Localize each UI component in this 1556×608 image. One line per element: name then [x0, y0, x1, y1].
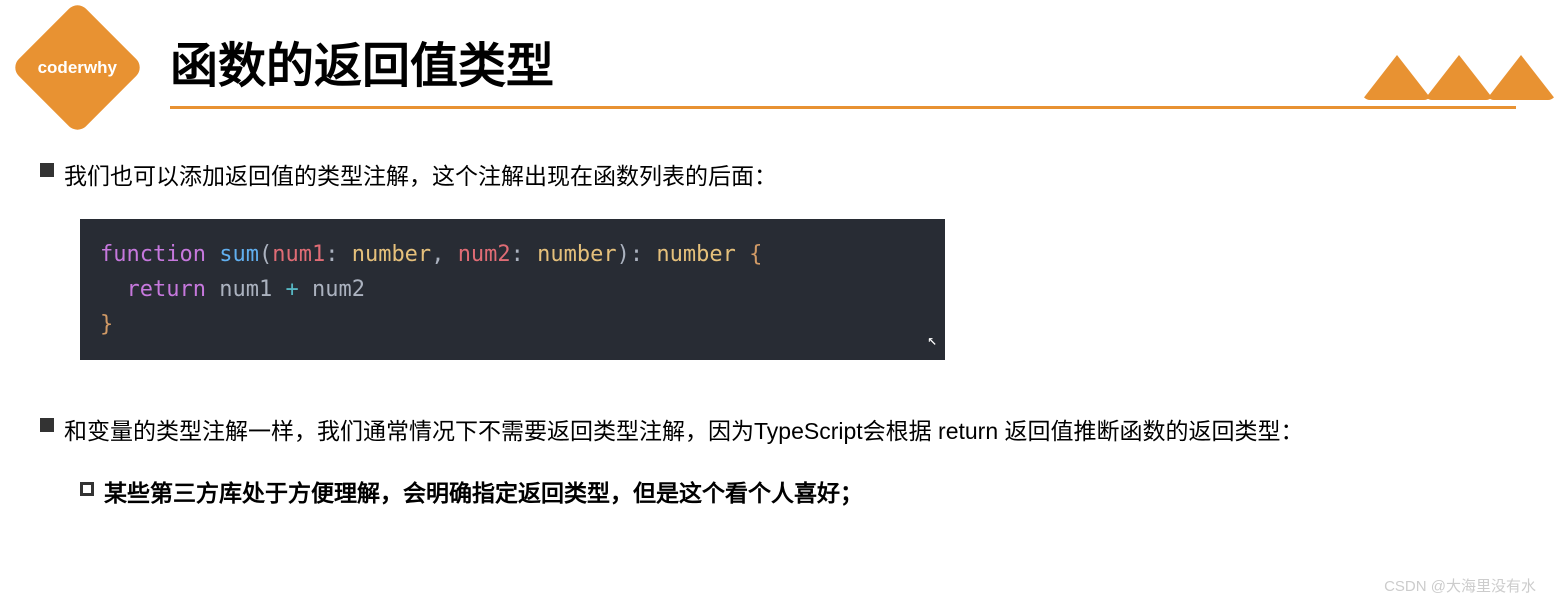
code-var: num1 [219, 277, 272, 302]
code-brace: { [749, 242, 762, 267]
code-punct: ( [259, 242, 272, 267]
code-brace: } [100, 312, 113, 337]
title-underline [170, 106, 1516, 109]
code-function-name: sum [219, 242, 259, 267]
triangle-icon [1362, 55, 1432, 100]
code-block: function sum(num1: number, num2: number)… [80, 219, 945, 361]
code-type: number [537, 242, 616, 267]
sub-bullet-text: 某些第三方库处于方便理解，会明确指定返回类型，但是这个看个人喜好； [104, 474, 863, 508]
cursor-icon: ↖ [927, 327, 937, 353]
code-var: num2 [312, 277, 365, 302]
triangle-icon [1486, 55, 1556, 100]
bullet-text: 和变量的类型注解一样，我们通常情况下不需要返回类型注解，因为TypeScript… [64, 410, 1304, 454]
code-punct: ) [617, 242, 630, 267]
watermark: CSDN @大海里没有水 [1384, 575, 1536, 596]
content: 我们也可以添加返回值的类型注解，这个注解出现在函数列表的后面： function… [0, 115, 1556, 508]
logo-text: coderwhy [38, 57, 117, 77]
sub-bullet-item: 某些第三方库处于方便理解，会明确指定返回类型，但是这个看个人喜好； [80, 474, 1516, 508]
header: coderwhy 函数的返回值类型 [0, 0, 1556, 115]
code-operator: + [285, 277, 298, 302]
code-punct: , [431, 242, 444, 267]
code-param: num1 [272, 242, 325, 267]
decoration-triangles [1370, 55, 1556, 100]
code-type: number [656, 242, 735, 267]
bullet-item: 和变量的类型注解一样，我们通常情况下不需要返回类型注解，因为TypeScript… [40, 410, 1516, 454]
code-param: num2 [458, 242, 511, 267]
code-keyword: return [127, 277, 206, 302]
code-keyword: function [100, 242, 206, 267]
title-section: 函数的返回值类型 [170, 26, 1556, 109]
code-line: return num1 + num2 [100, 272, 925, 307]
code-punct: : [325, 242, 338, 267]
code-type: number [352, 242, 431, 267]
triangle-icon [1424, 55, 1494, 100]
code-line: } [100, 307, 925, 342]
code-punct: : [511, 242, 524, 267]
bullet-marker-icon [40, 418, 54, 432]
sub-bullet-marker-icon [80, 482, 94, 496]
bullet-marker-icon [40, 163, 54, 177]
code-line: function sum(num1: number, num2: number)… [100, 237, 925, 272]
bullet-item: 我们也可以添加返回值的类型注解，这个注解出现在函数列表的后面： [40, 155, 1516, 199]
bullet-text: 我们也可以添加返回值的类型注解，这个注解出现在函数列表的后面： [64, 155, 777, 199]
logo-badge: coderwhy [10, 0, 144, 134]
code-punct: : [630, 242, 643, 267]
page-title: 函数的返回值类型 [170, 26, 1516, 96]
